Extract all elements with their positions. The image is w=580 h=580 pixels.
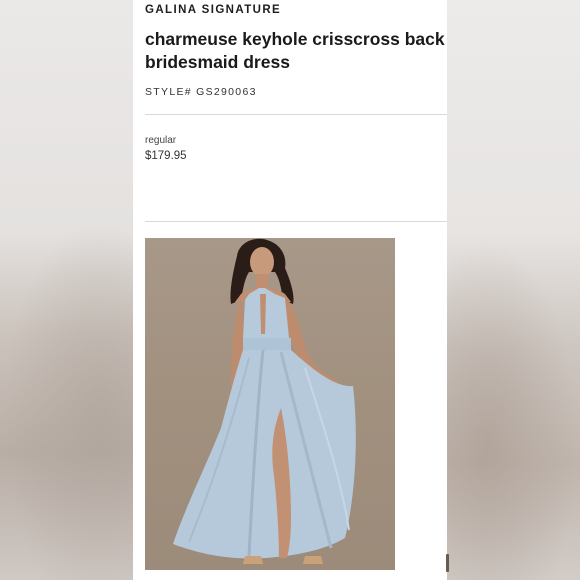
next-image-edge[interactable] xyxy=(446,554,449,572)
keyhole xyxy=(260,294,266,334)
brand-name[interactable]: GALINA SIGNATURE xyxy=(145,4,281,16)
face xyxy=(250,247,274,277)
product-photo[interactable] xyxy=(145,238,395,570)
divider xyxy=(145,221,447,222)
dress-skirt xyxy=(173,350,356,559)
product-card: GALINA SIGNATURE charmeuse keyhole criss… xyxy=(133,0,447,580)
shoe xyxy=(243,556,263,564)
blurred-background-right xyxy=(447,0,580,580)
blurred-background-left xyxy=(0,0,133,580)
dress-model-illustration xyxy=(173,238,356,564)
dress-waistband xyxy=(243,338,291,350)
product-title: charmeuse keyhole crisscross back brides… xyxy=(145,29,445,72)
neck xyxy=(256,274,268,288)
price-value: $179.95 xyxy=(145,150,187,162)
style-number: STYLE# GS290063 xyxy=(145,86,257,98)
price-label: regular xyxy=(145,135,177,146)
shoe xyxy=(303,556,323,564)
divider xyxy=(145,114,447,115)
